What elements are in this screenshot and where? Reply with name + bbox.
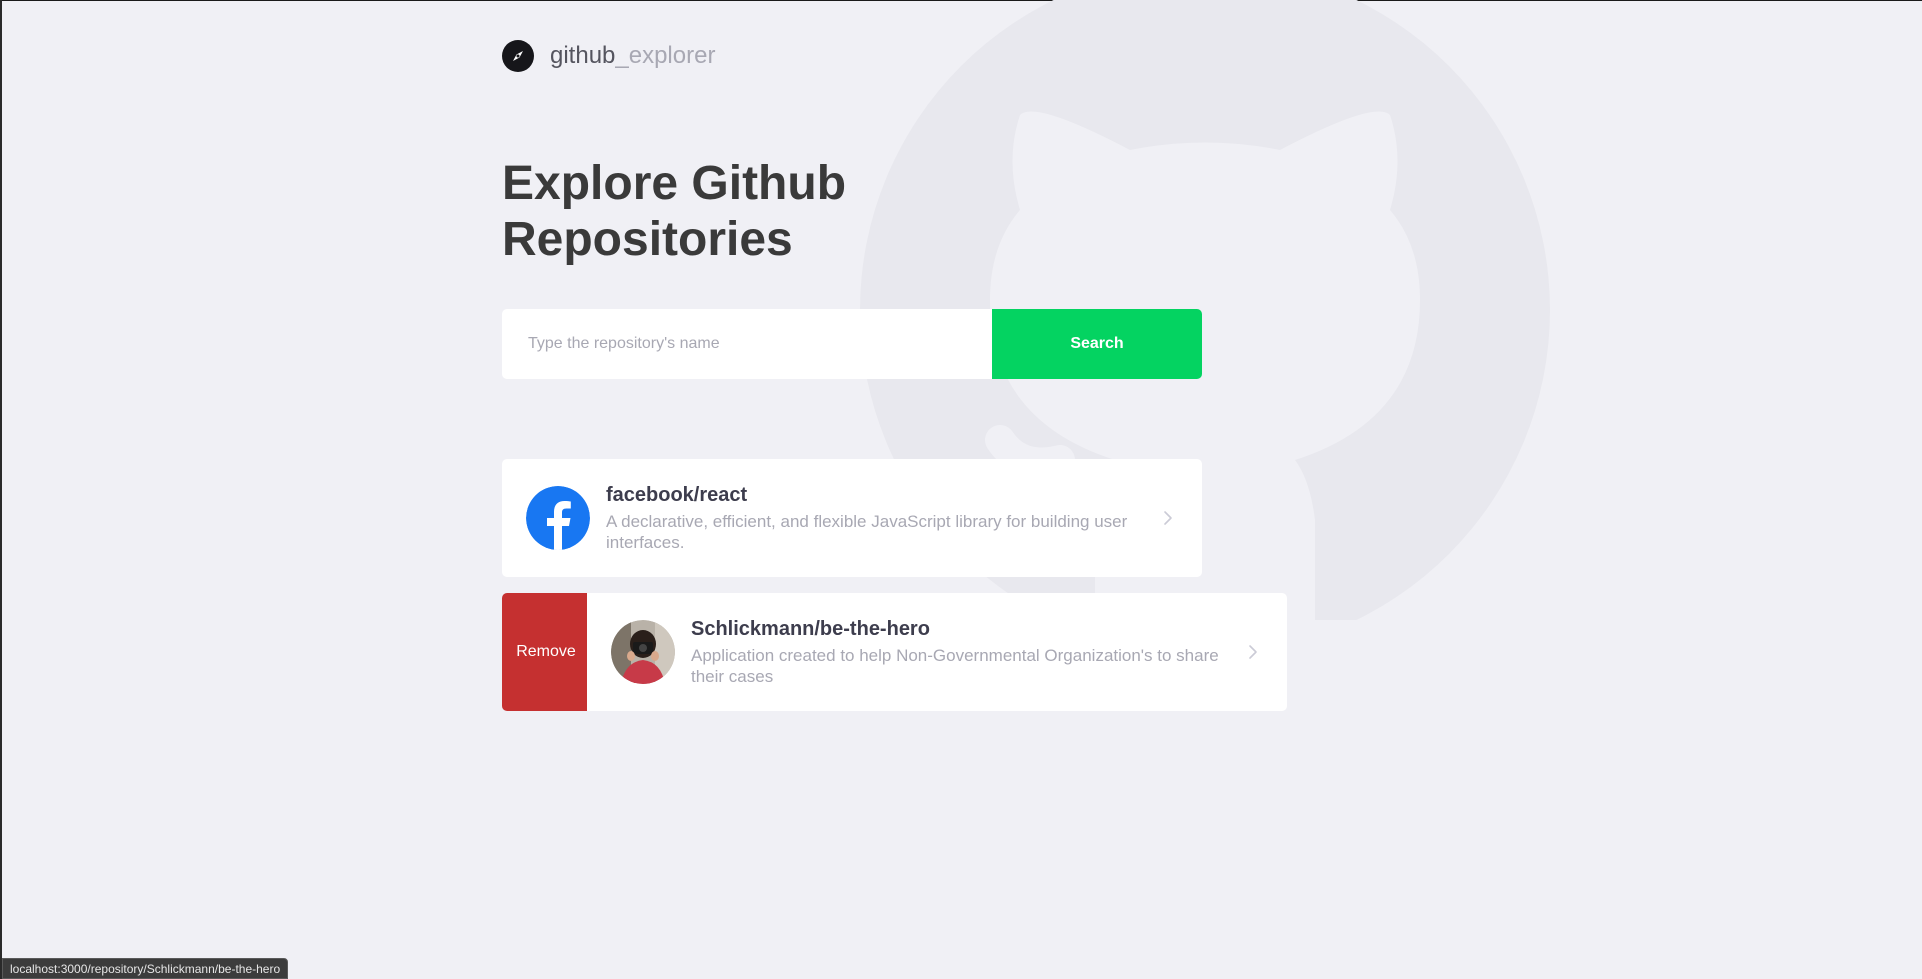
search-form: Search: [502, 309, 1202, 379]
page-title: Explore Github Repositories: [502, 157, 847, 266]
repository-info: facebook/react A declarative, efficient,…: [606, 483, 1178, 553]
repository-card-be-the-hero[interactable]: Schlickmann/be-the-hero Application crea…: [587, 593, 1287, 711]
window-left-border: [0, 0, 2, 979]
chevron-right-icon: [1164, 511, 1172, 525]
repository-name: Schlickmann/be-the-hero: [691, 618, 930, 640]
header: github_explorer: [502, 40, 715, 72]
search-button[interactable]: Search: [992, 309, 1202, 379]
compass-icon: [502, 40, 534, 72]
user-avatar: [611, 620, 675, 684]
list-item: facebook/react A declarative, efficient,…: [502, 459, 1287, 577]
repository-name: facebook/react: [606, 484, 748, 506]
repository-info: Schlickmann/be-the-hero Application crea…: [691, 617, 1263, 687]
remove-button[interactable]: Remove: [502, 593, 590, 711]
user-photo-icon: [611, 620, 675, 684]
logo-sub-text: _explorer: [615, 42, 716, 69]
repository-search-input[interactable]: [502, 309, 992, 379]
app-logo-text: github_explorer: [550, 42, 715, 70]
logo-main-text: github: [550, 42, 616, 69]
list-item: Remove Schlickmann/be-the-hero Applicati…: [502, 593, 1287, 711]
repository-description: Application created to help Non-Governme…: [691, 646, 1219, 686]
repository-description: A declarative, efficient, and flexible J…: [606, 512, 1128, 552]
facebook-logo-icon: [526, 486, 590, 550]
repository-card-facebook-react[interactable]: facebook/react A declarative, efficient,…: [502, 459, 1202, 577]
chevron-right-icon: [1249, 645, 1257, 659]
repository-list: facebook/react A declarative, efficient,…: [502, 459, 1287, 727]
browser-status-url: localhost:3000/repository/Schlickmann/be…: [2, 958, 289, 979]
